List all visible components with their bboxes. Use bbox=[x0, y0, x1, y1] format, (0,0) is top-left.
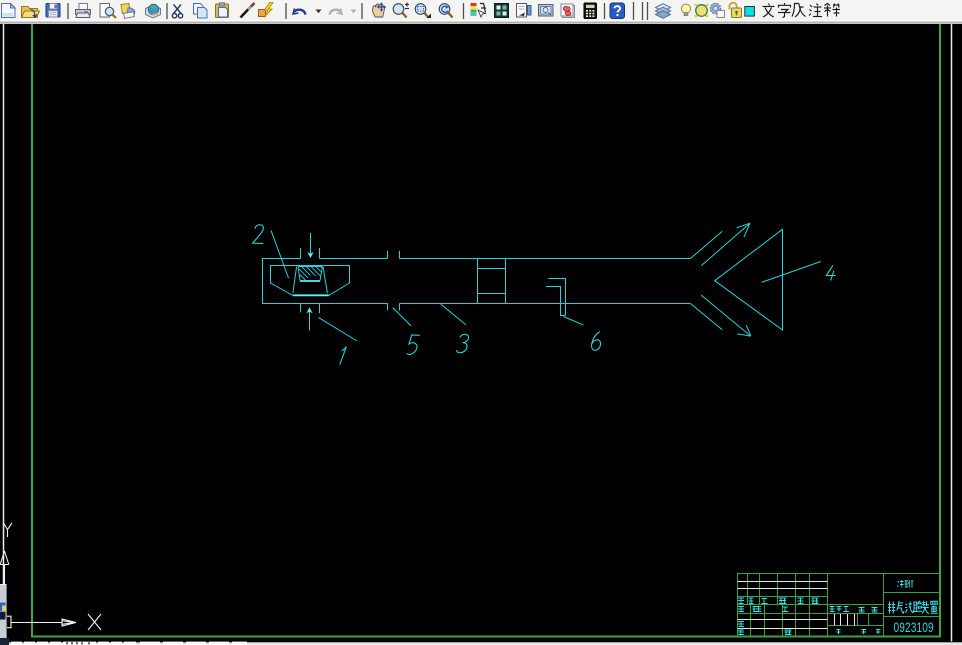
svg-text:0923109: 0923109 bbox=[894, 619, 934, 635]
